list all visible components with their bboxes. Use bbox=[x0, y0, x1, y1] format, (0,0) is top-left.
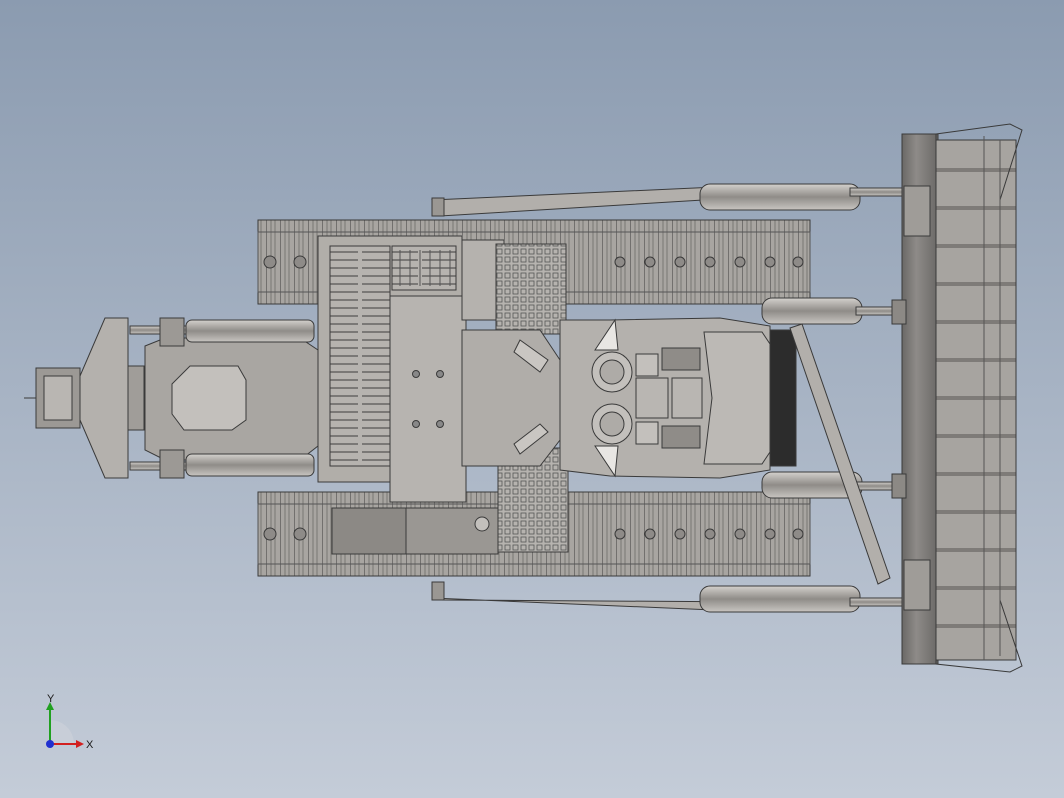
graphics-viewport[interactable]: Y X bbox=[0, 0, 1064, 798]
x-axis-label: X bbox=[86, 739, 94, 751]
coordinate-triad: Y X bbox=[46, 693, 94, 751]
dozer-blade bbox=[891, 123, 1023, 673]
y-axis-label: Y bbox=[47, 693, 55, 705]
ripper-assembly bbox=[24, 317, 319, 479]
bulldozer-model-top-view[interactable] bbox=[0, 0, 1064, 798]
